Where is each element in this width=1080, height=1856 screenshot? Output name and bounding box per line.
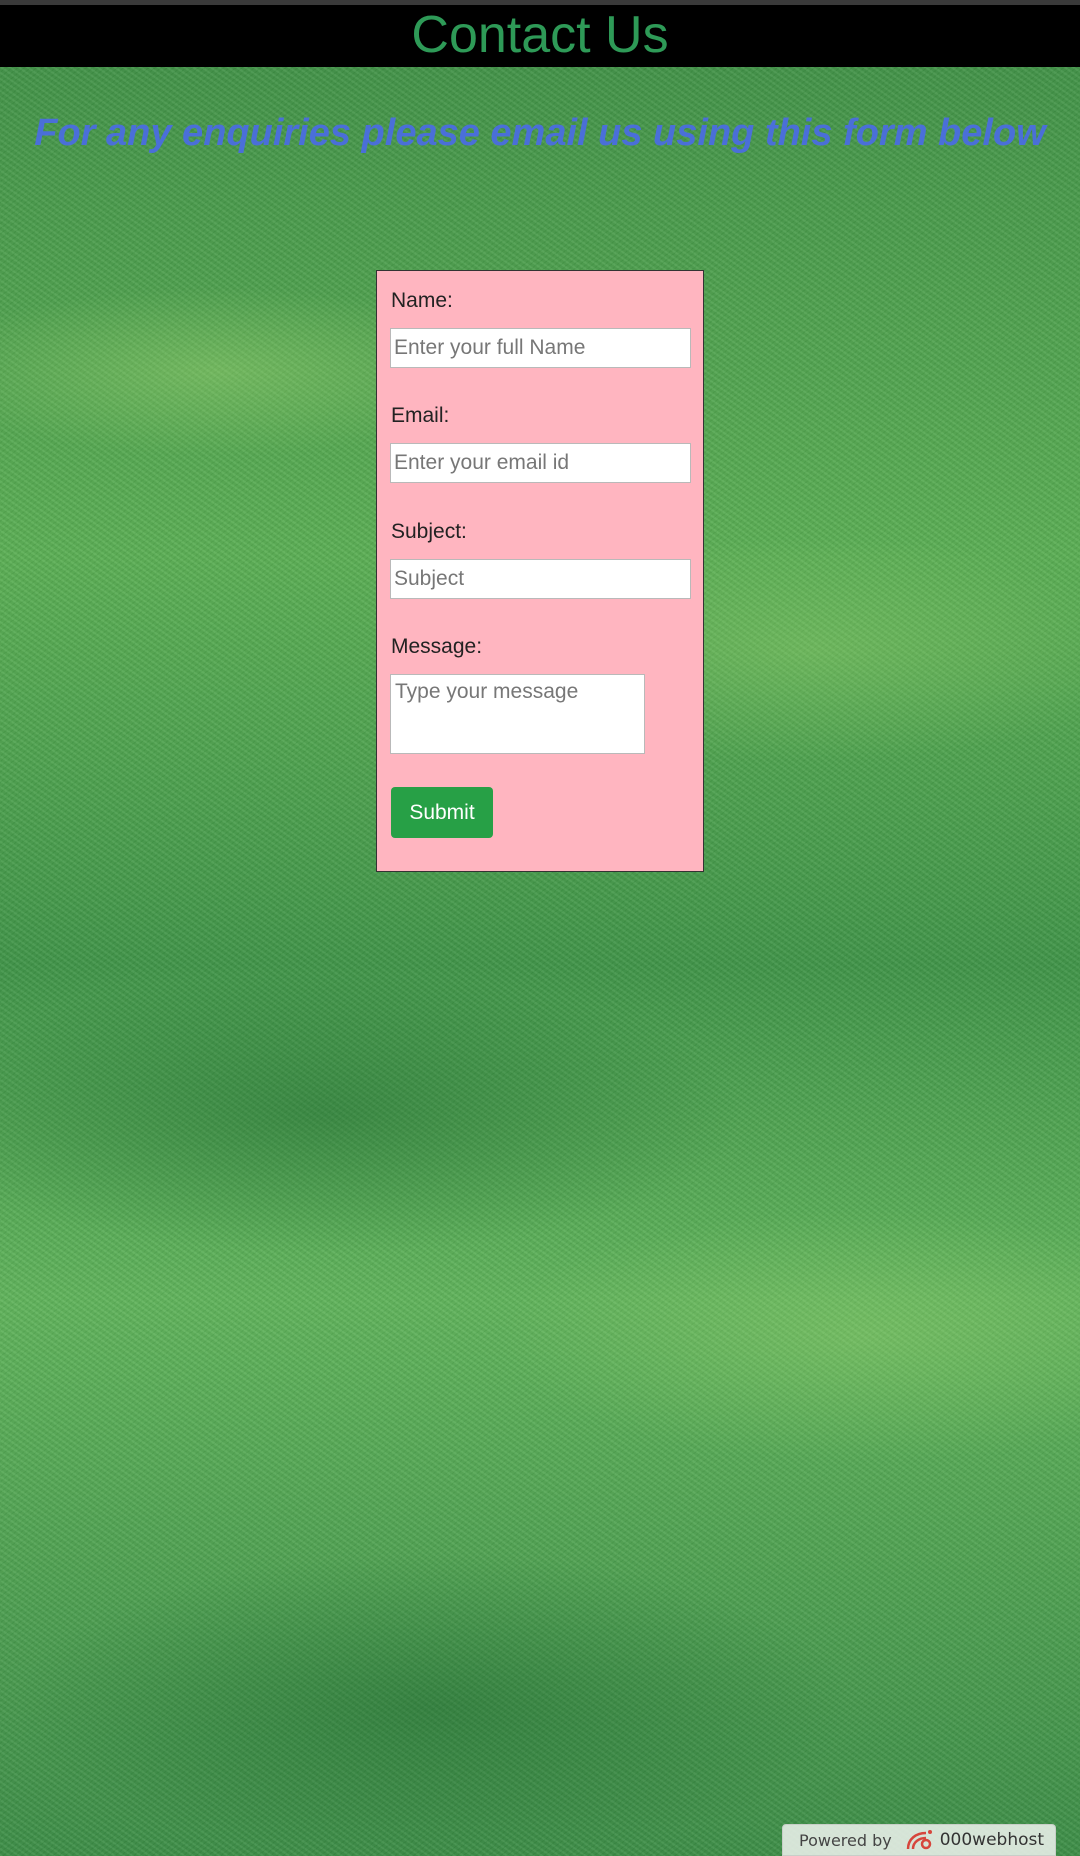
message-textarea[interactable]: [390, 674, 645, 754]
page-title: Contact Us: [411, 6, 669, 64]
name-label: Name:: [391, 289, 453, 312]
contact-form: Name: Email: Subject: Message: Submit: [376, 270, 704, 872]
message-label: Message:: [391, 635, 483, 658]
subject-label: Subject:: [391, 520, 467, 543]
subject-input[interactable]: [390, 559, 691, 599]
email-label: Email:: [391, 404, 450, 427]
powered-by-brand: 000webhost: [939, 1830, 1045, 1850]
powered-by-badge[interactable]: Powered by 000webhost: [782, 1824, 1056, 1856]
page-header: Contact Us: [0, 5, 1080, 67]
name-input[interactable]: [390, 328, 691, 368]
email-input[interactable]: [390, 443, 691, 483]
tagline: For any enquiries please email us using …: [34, 112, 1046, 154]
powered-by-text: Powered by: [799, 1830, 892, 1850]
000webhost-logo-icon: [902, 1827, 936, 1853]
submit-button[interactable]: Submit: [391, 787, 493, 838]
